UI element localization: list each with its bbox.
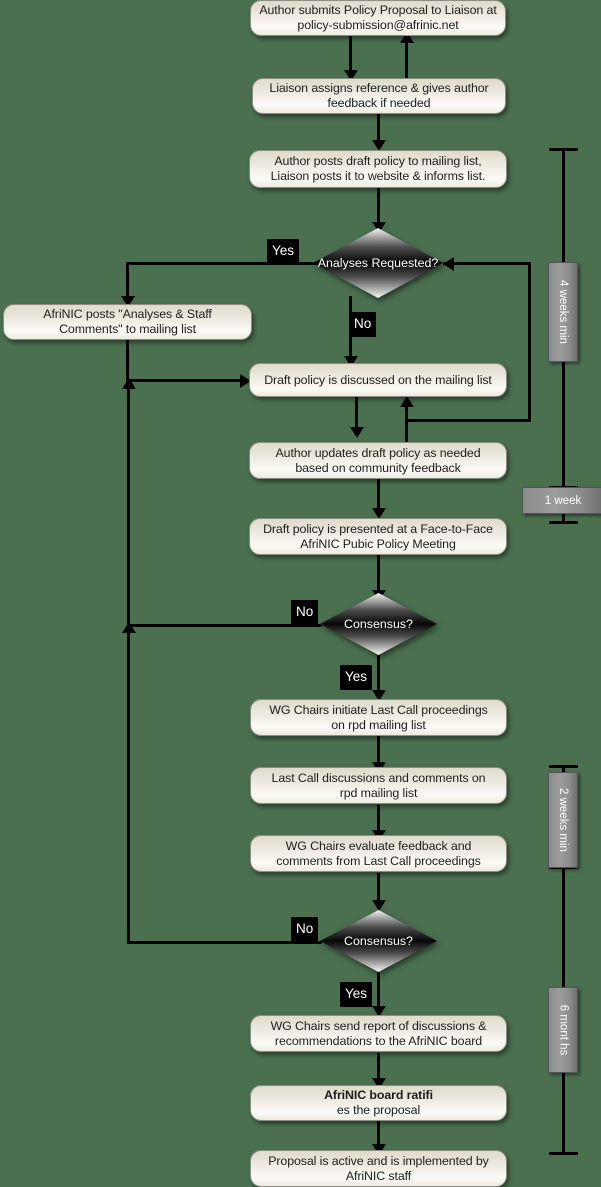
decision-consensus-1[interactable]: Consensus?: [320, 593, 437, 655]
node-board-ratifies-bold: AfriNIC board ratifi: [324, 1088, 433, 1102]
node-afrinic-posts-line1: AfriNIC posts "Analyses & Staff: [43, 307, 212, 321]
decision-analyses-requested-shape: [313, 228, 443, 298]
node-proposal-active-line1: Proposal is active and is implemented by: [268, 1153, 489, 1168]
arrowhead-up-returnloop-1: [121, 378, 136, 389]
node-afrinic-posts-line2: Comments" to mailing list: [59, 322, 196, 336]
node-wg-chairs-initiate-line1: WG Chairs initiate Last Call proceedings: [269, 702, 488, 717]
duration-label-1week-text: 1 week: [544, 494, 582, 507]
node-wg-chairs-evaluate-line1: WG Chairs evaluate feedback and: [285, 838, 472, 853]
node-face-to-face[interactable]: Draft policy is presented at a Face-to-F…: [249, 518, 507, 555]
node-last-call-discussions-line1: Last Call discussions and comments on: [271, 770, 486, 785]
node-author-submits-line2: policy-submission@afrinic.net: [297, 18, 459, 32]
node-author-updates-line1: Author updates draft policy as needed: [275, 445, 481, 460]
chip-consensus2-yes-text: Yes: [345, 986, 368, 1001]
decision-consensus-2-shape: [320, 910, 437, 972]
connector-consensus2-no-vertical: [127, 626, 130, 943]
chip-consensus1-no-text: No: [296, 604, 314, 619]
chip-consensus1-yes: Yes: [340, 665, 373, 690]
decision-consensus-1-shape: [320, 593, 437, 655]
chip-consensus1-no: No: [291, 600, 319, 625]
node-proposal-active-line2: AfriNIC staff: [345, 1168, 412, 1183]
node-author-posts-draft-line2: Liaison posts it to website & informs li…: [270, 169, 486, 183]
connector-rightloop-into-analyses: [443, 262, 531, 265]
connector-afrinicposts-down: [126, 340, 129, 382]
connector-rightloop-horizontal: [405, 419, 531, 422]
duration-label-6months-text: 6 mont hs: [557, 1004, 569, 1056]
decision-analyses-requested[interactable]: Analyses Requested?: [313, 228, 443, 298]
duration-label-6months: 6 mont hs: [548, 987, 578, 1073]
arrowhead-up-returnloop-2: [121, 622, 136, 633]
node-proposal-active[interactable]: Proposal is active and is implemented by…: [250, 1150, 507, 1187]
node-board-ratifies[interactable]: AfriNIC board ratifi es the proposal: [250, 1085, 507, 1121]
chip-consensus2-no: No: [291, 917, 319, 942]
node-liaison-assigns-line1: Liaison assigns reference & gives author: [269, 81, 489, 95]
node-draft-discussed[interactable]: Draft policy is discussed on the mailing…: [249, 363, 507, 397]
node-author-updates-line2: based on community feedback: [295, 460, 461, 475]
chip-consensus2-no-text: No: [296, 921, 314, 936]
flowchart-canvas: 4 weeks min 1 week 2 weeks min 6 mont hs…: [0, 0, 601, 1187]
node-last-call-discussions-line2: rpd mailing list: [339, 785, 418, 800]
duration-label-4weeks: 4 weeks min: [548, 262, 578, 362]
chip-consensus1-yes-text: Yes: [345, 669, 368, 684]
node-author-submits-line1: Author submits Policy Proposal to Liaiso…: [259, 3, 497, 17]
duration-label-4weeks-text: 4 weeks min: [557, 280, 570, 344]
node-wg-chairs-evaluate[interactable]: WG Chairs evaluate feedback and comments…: [250, 835, 507, 872]
node-wg-chairs-initiate-line2: on rpd mailing list: [331, 717, 426, 732]
node-author-posts-draft[interactable]: Author posts draft policy to mailing lis…: [249, 150, 507, 188]
node-wg-chairs-send-report-line1: WG Chairs send report of discussions &: [270, 1018, 487, 1033]
node-liaison-assigns-line2: feedback if needed: [327, 96, 431, 110]
chip-analyses-no-text: No: [354, 316, 372, 331]
node-face-to-face-line1: Draft policy is presented at a Face-to-F…: [263, 521, 493, 536]
node-wg-chairs-initiate[interactable]: WG Chairs initiate Last Call proceedings…: [250, 699, 507, 736]
node-board-ratifies-rest: es the proposal: [336, 1103, 421, 1117]
node-author-posts-draft-line1: Author posts draft policy to mailing lis…: [274, 154, 482, 168]
node-liaison-assigns[interactable]: Liaison assigns reference & gives author…: [252, 78, 506, 114]
connector-rightloop-vertical: [528, 262, 531, 422]
node-draft-discussed-line1: Draft policy is discussed on the mailing…: [264, 372, 492, 387]
node-author-updates[interactable]: Author updates draft policy as needed ba…: [249, 442, 507, 479]
chip-analyses-yes-text: Yes: [272, 243, 295, 258]
arrowhead-up-discussed: [399, 396, 414, 407]
duration-label-2weeks-text: 2 weeks min: [557, 788, 570, 852]
arrowhead-left-analyses: [443, 257, 454, 271]
connector-consensus1-no-vertical: [127, 382, 130, 626]
node-wg-chairs-send-report-line2: recommendations to the AfriNIC board: [274, 1033, 483, 1048]
duration-label-1week: 1 week: [522, 487, 601, 514]
duration-tick-bottom-1week: [549, 521, 578, 524]
node-wg-chairs-evaluate-line2: comments from Last Call proceedings: [276, 853, 481, 868]
arrowhead-down-updates: [349, 427, 364, 438]
node-author-submits[interactable]: Author submits Policy Proposal to Liaiso…: [250, 0, 506, 36]
node-wg-chairs-send-report[interactable]: WG Chairs send report of discussions & r…: [250, 1015, 507, 1052]
node-last-call-discussions[interactable]: Last Call discussions and comments on rp…: [250, 767, 507, 804]
duration-tick-bottom-6months: [549, 1152, 578, 1155]
decision-consensus-2[interactable]: Consensus?: [320, 910, 437, 972]
chip-consensus2-yes: Yes: [340, 982, 373, 1007]
node-afrinic-posts-analyses[interactable]: AfriNIC posts "Analyses & Staff Comments…: [3, 304, 252, 340]
node-face-to-face-line2: AfriNIC Pubic Policy Meeting: [300, 536, 456, 551]
connector-afrinicposts-to-discussed: [126, 379, 246, 382]
chip-analyses-yes: Yes: [267, 239, 300, 264]
chip-analyses-no: No: [349, 312, 377, 337]
duration-label-2weeks: 2 weeks min: [548, 772, 578, 868]
